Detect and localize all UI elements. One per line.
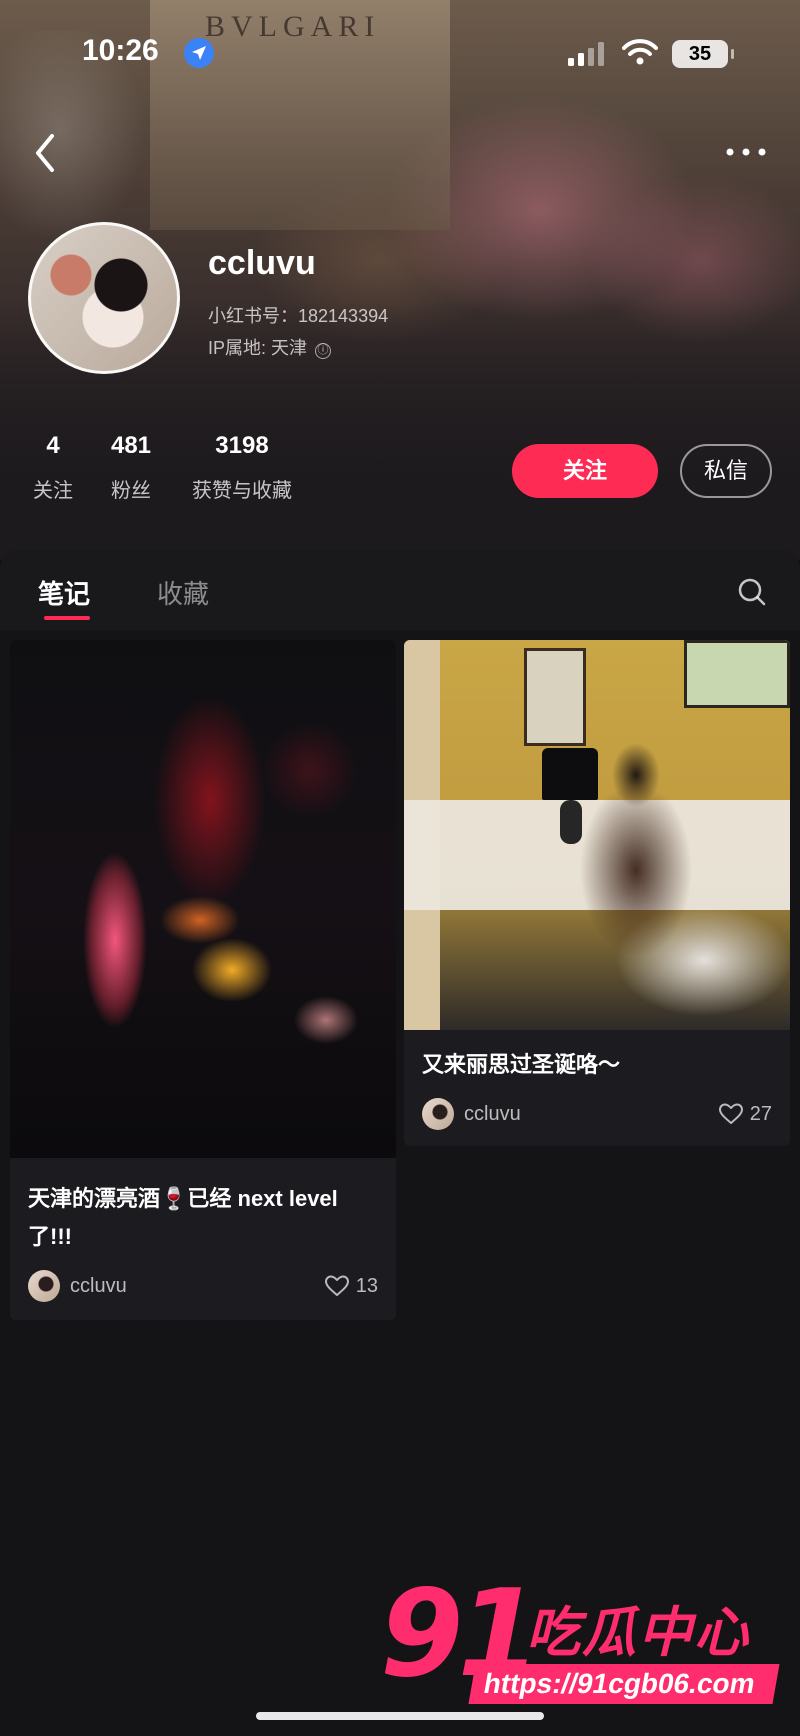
note-card[interactable]: 天津的漂亮酒🍷已经 next level了!!! ccluvu 13	[10, 640, 396, 1320]
watermark-text: 吃瓜中心	[526, 1603, 750, 1663]
painting	[524, 648, 586, 746]
username: ccluvu	[208, 244, 316, 282]
note-cover-image	[404, 640, 790, 1030]
search-icon	[738, 578, 766, 606]
home-indicator[interactable]	[256, 1712, 544, 1720]
follow-button[interactable]: 关注	[512, 444, 658, 498]
notes-panel: 笔记 收藏 天津的漂亮酒🍷已经 next level了!!! ccluvu 13	[0, 550, 800, 1736]
stat-followers[interactable]: 481 粉丝	[106, 432, 156, 503]
status-bar: 10:26 35	[0, 0, 800, 110]
stat-followers-label: 粉丝	[111, 480, 151, 502]
author-avatar	[422, 1098, 454, 1130]
note-title: 又来丽思过圣诞咯～	[422, 1052, 621, 1077]
location-icon	[184, 38, 214, 68]
note-author[interactable]: ccluvu	[28, 1270, 127, 1302]
like-button[interactable]: 13	[324, 1270, 378, 1302]
lamp-shade	[542, 748, 598, 800]
like-count: 13	[355, 1274, 378, 1297]
note-card[interactable]: 又来丽思过圣诞咯～ ccluvu 27	[404, 640, 790, 1146]
battery-icon: 35	[672, 40, 734, 68]
like-button[interactable]: 27	[718, 1098, 772, 1130]
watermark-url: https://91cgb06.com	[468, 1664, 780, 1704]
wifi-icon	[622, 39, 658, 65]
heart-icon	[718, 1103, 743, 1124]
author-avatar	[28, 1270, 60, 1302]
stat-likes-value: 3198	[215, 432, 269, 459]
signal-icon	[568, 42, 604, 66]
more-button[interactable]	[722, 140, 772, 164]
note-author[interactable]: ccluvu	[422, 1098, 521, 1130]
like-count: 27	[749, 1102, 772, 1125]
tab-notes[interactable]: 笔记	[38, 574, 90, 611]
user-id: 小红书号：182143394	[208, 306, 389, 326]
author-name: ccluvu	[70, 1274, 127, 1297]
author-name: ccluvu	[464, 1102, 521, 1125]
heart-icon	[324, 1275, 349, 1296]
avatar[interactable]	[28, 222, 180, 374]
back-button[interactable]	[24, 128, 68, 178]
tab-underline	[44, 616, 90, 620]
search-button[interactable]	[736, 576, 768, 608]
stat-following[interactable]: 4 关注	[32, 432, 74, 503]
painting	[684, 640, 790, 708]
stat-followers-value: 481	[110, 432, 152, 459]
message-button[interactable]: 私信	[680, 444, 772, 498]
lamp-base	[560, 800, 582, 844]
tab-collections[interactable]: 收藏	[157, 574, 209, 611]
tab-bar: 笔记 收藏	[0, 550, 800, 630]
back-icon	[36, 134, 54, 172]
ip-location-label: IP属地: 天津	[208, 338, 308, 358]
stat-likes[interactable]: 3198 获赞与收藏	[186, 432, 298, 503]
stat-following-label: 关注	[33, 480, 73, 502]
ip-location: IP属地: 天津 ⓘ	[208, 334, 332, 360]
info-icon[interactable]: ⓘ	[315, 343, 332, 359]
note-cover-image	[10, 640, 396, 1158]
stat-likes-label: 获赞与收藏	[192, 480, 292, 502]
watermark-logo: 91 吃瓜中心 https://91cgb06.com	[380, 1570, 800, 1710]
note-title: 天津的漂亮酒🍷已经 next level了!!!	[28, 1186, 338, 1249]
more-icon	[726, 148, 766, 156]
status-time: 10:26	[82, 34, 159, 67]
stat-following-value: 4	[46, 432, 60, 459]
